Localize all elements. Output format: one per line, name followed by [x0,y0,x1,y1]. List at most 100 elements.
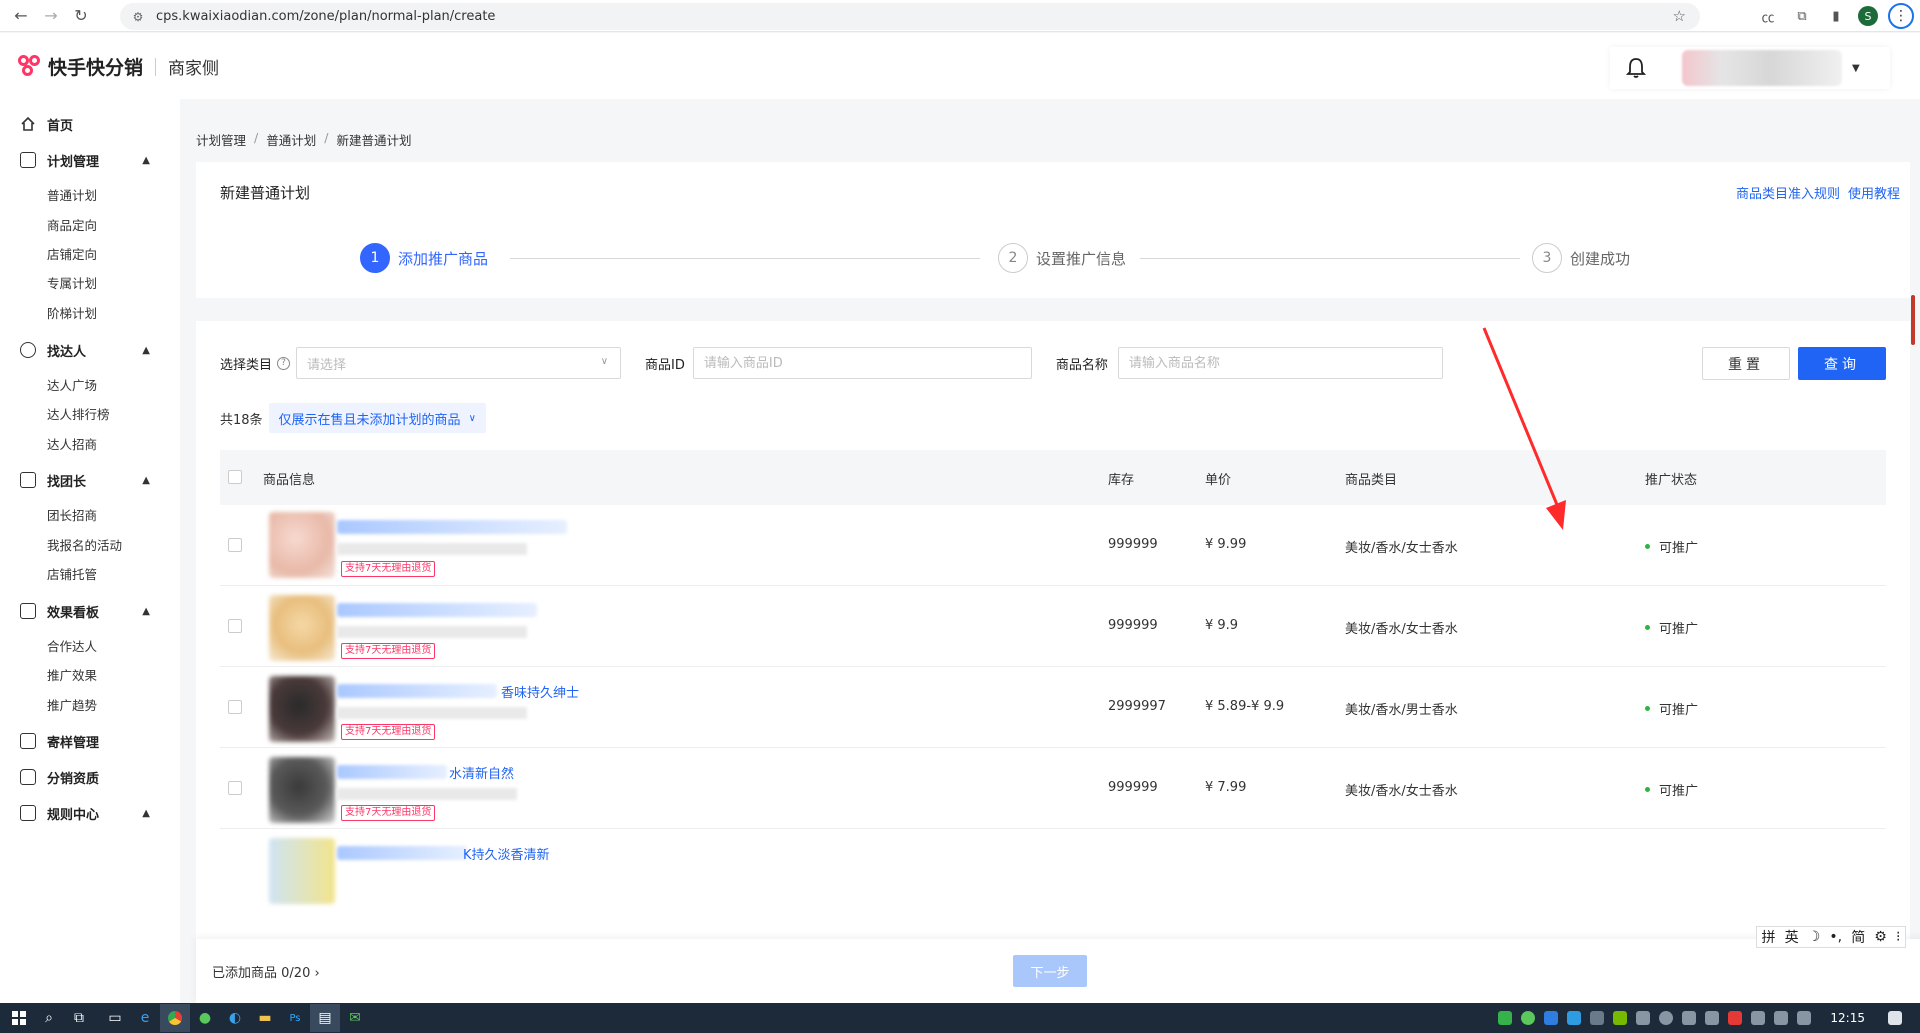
product-thumbnail[interactable] [269,838,335,904]
product-title-blurred[interactable] [337,765,447,779]
caption-icon[interactable]: ㏄ [1756,4,1780,28]
wechat-work-icon[interactable]: ● [190,1004,220,1032]
bookmark-star-icon[interactable]: ☆ [1673,7,1686,25]
chevron-down-icon[interactable]: ▼ [1852,63,1860,74]
sidebar-item-leader-recruit[interactable]: 团长招商 [47,506,97,526]
product-thumbnail[interactable] [269,757,335,823]
ime-punct-icon[interactable]: •, [1829,929,1842,945]
battery-icon[interactable] [1797,1011,1812,1025]
product-id-input[interactable] [692,347,1032,379]
wechat-icon[interactable]: ✉ [340,1004,370,1032]
volume-icon[interactable] [1774,1011,1789,1025]
wechat-tray-icon[interactable] [1498,1011,1513,1025]
profile-avatar[interactable]: S [1858,6,1878,26]
sidebar-item-shop-hosting[interactable]: 店铺托管 [47,565,97,585]
sidebar-item-my-activities[interactable]: 我报名的活动 [47,536,122,556]
product-title-blurred[interactable] [337,603,537,617]
select-all-checkbox[interactable] [228,470,242,484]
side-panel-icon[interactable]: ▮ [1824,4,1848,28]
back-icon[interactable]: ← [6,1,36,31]
breadcrumb-item-normal-plan[interactable]: 普通计划 [266,130,316,149]
notification-center-icon[interactable] [1888,1011,1902,1025]
breadcrumb-item-plan-management[interactable]: 计划管理 [196,130,246,149]
sidebar-item-partner-talents[interactable]: 合作达人 [47,637,97,657]
help-icon[interactable]: ? [277,356,291,370]
bell-icon[interactable] [1616,48,1656,88]
sidebar-group-find-leader[interactable]: 找团长 ▲ [0,465,180,495]
bluetooth-icon[interactable] [1544,1011,1559,1025]
category-select[interactable]: 请选择 ∨ [296,347,622,379]
security-tray-icon[interactable] [1567,1011,1582,1025]
product-title-blurred[interactable] [337,846,467,860]
product-title-tail[interactable]: K持久淡香清新 [463,844,550,863]
category-rules-link[interactable]: 商品类目准入规则 [1736,183,1840,202]
ime-moon-icon[interactable]: ☽ [1808,929,1821,945]
sidebar-item-normal-plan[interactable]: 普通计划 [47,186,97,206]
product-title-blurred[interactable] [337,520,567,534]
ime-settings-icon[interactable]: ⚙ [1874,929,1887,945]
added-products-toggle[interactable]: 已添加商品 0/20 › [212,962,320,981]
sidebar-item-sample-management[interactable]: 寄样管理 [0,726,180,756]
row-checkbox[interactable] [228,619,242,633]
sidebar-item-home[interactable]: 首页 [0,109,180,139]
sidebar-item-exclusive-plan[interactable]: 专属计划 [47,274,97,294]
row-checkbox[interactable] [228,538,242,552]
sidebar-item-qualification[interactable]: 分销资质 [0,762,180,792]
product-title-blurred[interactable] [337,684,497,698]
sidebar-item-product-targeting[interactable]: 商品定向 [47,216,97,236]
desktop-icon[interactable]: ▭ [100,1004,130,1032]
sidebar-item-promotion-effect[interactable]: 推广效果 [47,666,97,686]
row-checkbox[interactable] [228,700,242,714]
task-view-icon[interactable]: ⧉ [64,1004,94,1032]
windows-start-icon[interactable] [4,1004,34,1032]
reload-icon[interactable]: ↻ [66,1,96,31]
app-tray-icon[interactable] [1521,1011,1536,1025]
ime-more-icon[interactable]: ⁝ [1896,929,1900,945]
browser-menu-icon[interactable]: ⋮ [1888,3,1914,29]
forward-icon[interactable]: → [36,1,66,31]
product-title-tail[interactable]: 水清新自然 [449,763,514,782]
settings-tray-icon[interactable] [1659,1011,1674,1025]
product-name-input[interactable] [1117,347,1443,379]
sidebar-item-shop-targeting[interactable]: 店铺定向 [47,245,97,265]
file-explorer-icon[interactable]: ▬ [250,1004,280,1032]
site-info-icon[interactable]: ⚙ [130,9,146,25]
product-thumbnail[interactable] [269,595,335,661]
user-account-blurred[interactable] [1682,50,1842,86]
product-thumbnail[interactable] [269,512,335,578]
address-bar[interactable]: ⚙ cps.kwaixiaodian.com/zone/plan/normal-… [120,3,1700,30]
search-icon[interactable]: ⌕ [34,1004,64,1032]
sidebar-item-talent-square[interactable]: 达人广场 [47,376,97,396]
extensions-icon[interactable]: ⧉ [1790,4,1814,28]
sync-tray-icon[interactable] [1590,1011,1605,1025]
sidebar-item-talent-ranking[interactable]: 达人排行榜 [47,405,110,425]
product-thumbnail[interactable] [269,676,335,742]
headset-icon[interactable] [1682,1011,1697,1025]
network-tray-icon[interactable] [1636,1011,1651,1025]
ime-pinyin-icon[interactable]: 拼 [1762,927,1776,947]
browser-icon[interactable]: ◐ [220,1004,250,1032]
ime-simplified-toggle[interactable]: 简 [1851,927,1865,947]
photoshop-icon[interactable]: Ps [280,1004,310,1032]
row-checkbox[interactable] [228,781,242,795]
sidebar-item-ladder-plan[interactable]: 阶梯计划 [47,304,97,324]
logo[interactable]: 快手快分销 商家侧 [18,53,219,80]
ime-english-toggle[interactable]: 英 [1785,927,1799,947]
sidebar-item-talent-recruit[interactable]: 达人招商 [47,435,97,455]
app-window-icon[interactable]: ▤ [310,1004,340,1032]
reset-button[interactable]: 重置 [1702,347,1790,380]
sidebar-item-promotion-trend[interactable]: 推广趋势 [47,696,97,716]
chrome-icon[interactable] [160,1004,190,1032]
red-app-tray-icon[interactable] [1728,1011,1743,1025]
wifi-icon[interactable] [1751,1011,1766,1025]
clock[interactable]: 12:15 [1830,1011,1865,1025]
on-sale-filter-dropdown[interactable]: 仅展示在售且未添加计划的商品 ∨ [268,403,486,433]
query-button[interactable]: 查询 [1798,347,1886,380]
sidebar-group-find-talent[interactable]: 找达人 ▲ [0,335,180,365]
scrollbar-thumb[interactable] [1911,295,1915,345]
edge-icon[interactable]: e [130,1004,160,1032]
tutorial-link[interactable]: 使用教程 [1848,183,1900,202]
nvidia-icon[interactable] [1613,1011,1628,1025]
next-step-button[interactable]: 下一步 [1013,955,1087,987]
sidebar-group-dashboard[interactable]: 效果看板 ▲ [0,596,180,626]
